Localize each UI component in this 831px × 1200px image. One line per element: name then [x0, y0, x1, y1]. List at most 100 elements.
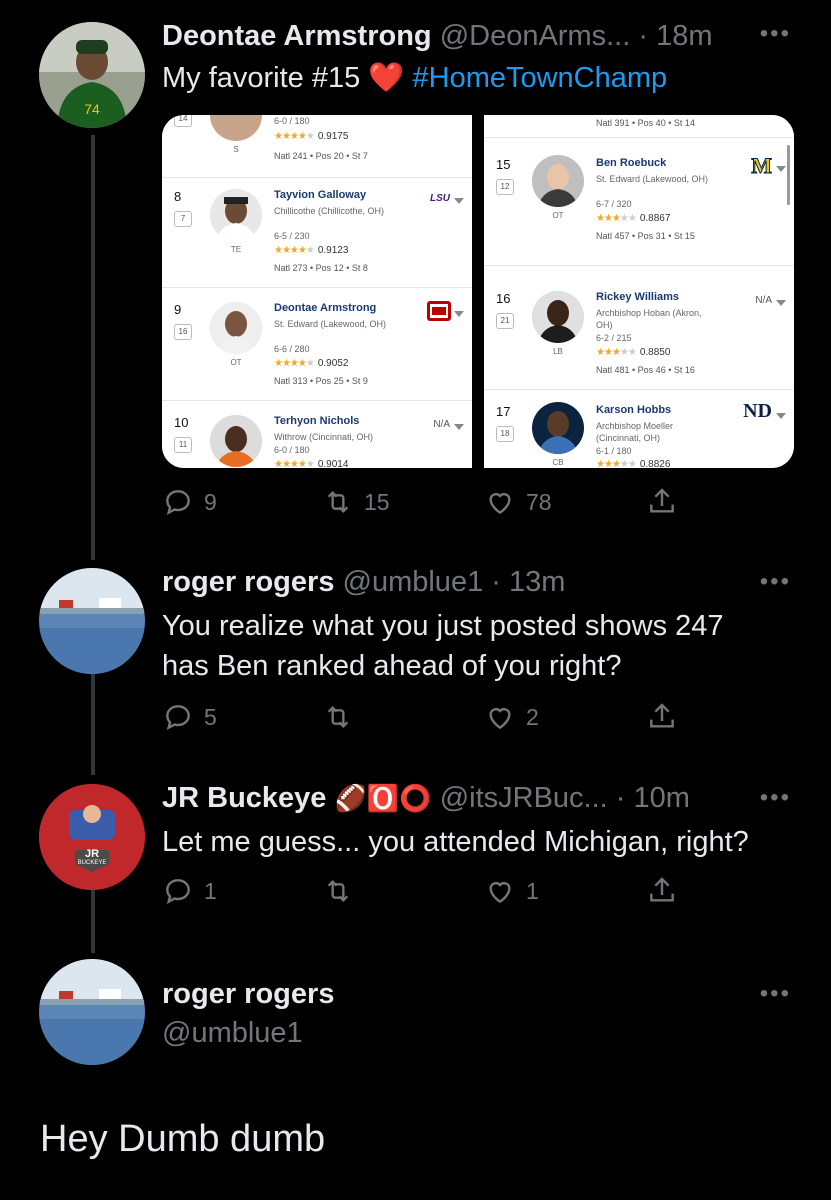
tweet-actions: 1 1	[162, 873, 682, 909]
player-name[interactable]: Deontae Armstrong	[274, 302, 376, 314]
tweet-header: roger rogers	[162, 978, 334, 1011]
chevron-down-icon[interactable]	[454, 424, 464, 430]
player-photo-icon	[210, 189, 262, 241]
star-rating: ★★★★★ 0.9014	[274, 459, 349, 468]
previous-rank: 12	[496, 179, 514, 195]
avatar[interactable]	[39, 959, 145, 1065]
previous-rank: 18	[496, 426, 514, 442]
timestamp[interactable]: · 13m	[491, 566, 565, 598]
avatar[interactable]	[39, 568, 145, 674]
rank-number: 9	[174, 302, 182, 317]
rank-number: 15	[496, 157, 511, 172]
handle[interactable]: @umblue1	[343, 566, 484, 598]
like-button[interactable]: 78	[484, 484, 552, 520]
like-button[interactable]: 1	[484, 873, 539, 909]
reply-icon	[166, 490, 190, 515]
ohio-state-logo-icon	[427, 301, 451, 321]
handle[interactable]: @DeonArms...	[440, 20, 631, 52]
previous-rank: 7	[174, 211, 192, 227]
player-name[interactable]: Karson Hobbs	[596, 404, 671, 416]
retweet-button[interactable]: 15	[322, 484, 390, 520]
player-photo	[210, 302, 262, 354]
reply-button[interactable]: 5	[162, 699, 217, 735]
share-button[interactable]	[646, 484, 678, 520]
previous-rank: 16	[174, 324, 192, 340]
player-name[interactable]: Tayvion Galloway	[274, 189, 366, 201]
thread-line	[91, 660, 95, 775]
retweet-icon	[327, 705, 349, 729]
team-logo-notre-dame: ND	[743, 400, 772, 422]
like-button[interactable]: 2	[484, 699, 539, 735]
player-school: Archbishop Moeller (Cincinnati, OH)	[596, 421, 674, 443]
ranking-panel-left: 14 S 6-0 / 180 ★★★★★ 0.9175 Natl 241 • Po…	[162, 115, 472, 468]
player-national-rank: Natl 457 • Pos 31 • St 15	[596, 231, 695, 241]
avatar[interactable]: JR BUCKEYE	[39, 784, 145, 890]
reply-button[interactable]: 9	[162, 484, 217, 520]
player-photo	[210, 115, 262, 141]
row-divider	[162, 287, 472, 288]
handle[interactable]: @itsJRBuc...	[440, 782, 608, 814]
rank-number: 17	[496, 404, 511, 419]
player-name[interactable]: Rickey Williams	[596, 291, 679, 303]
display-name[interactable]: Deontae Armstrong	[162, 20, 432, 52]
row-divider	[162, 177, 472, 178]
retweet-button[interactable]	[322, 873, 354, 909]
handle[interactable]: @umblue1	[162, 1017, 303, 1050]
reply-count: 9	[204, 488, 217, 515]
tweet-text: Let me guess... you attended Michigan, r…	[162, 826, 749, 858]
tweet-actions: 9 15 78	[162, 484, 682, 520]
player-national-rank: Natl 273 • Pos 12 • St 8	[274, 263, 368, 273]
chevron-down-icon[interactable]	[776, 300, 786, 306]
player-photo-icon	[532, 291, 584, 343]
share-button[interactable]	[646, 873, 678, 909]
chevron-down-icon[interactable]	[454, 311, 464, 317]
tweet-text-main: My favorite #15	[162, 62, 361, 94]
share-icon	[650, 488, 674, 513]
player-photo	[532, 155, 584, 207]
more-options-icon[interactable]: •••	[760, 784, 791, 812]
player-photo	[532, 291, 584, 343]
chevron-down-icon[interactable]	[776, 166, 786, 172]
player-score: 0.8826	[639, 459, 671, 468]
avatar[interactable]: 74	[39, 22, 145, 128]
timestamp[interactable]: · 10m	[616, 782, 690, 814]
player-score: 0.9175	[317, 131, 349, 142]
more-options-icon[interactable]: •••	[760, 568, 791, 596]
retweet-icon	[327, 879, 349, 903]
reply-icon	[166, 705, 190, 730]
tweet-text-line: You realize what you just posted shows 2…	[162, 610, 724, 642]
chevron-down-icon[interactable]	[776, 413, 786, 419]
player-position: S	[233, 145, 239, 154]
like-count: 2	[526, 703, 539, 730]
ranking-row: 16 21 LB Rickey Williams Archbishop Hoba…	[484, 287, 794, 387]
avatar-label-buckeye: BUCKEYE	[77, 860, 107, 866]
share-button[interactable]	[646, 699, 678, 735]
name-emojis: 🏈🅾️⭕	[334, 783, 432, 813]
star-rating: ★★★★★ 0.9052	[274, 358, 349, 369]
tweet-text: You realize what you just posted shows 2…	[162, 606, 724, 686]
player-national-rank: Natl 481 • Pos 46 • St 16	[596, 365, 695, 375]
player-name[interactable]: Terhyon Nichols	[274, 415, 359, 427]
team-status: N/A	[755, 295, 772, 306]
like-count: 1	[526, 877, 539, 904]
tweet-text: My favorite #15 ❤️ #HomeTownChamp	[162, 58, 667, 98]
display-name[interactable]: roger rogers	[162, 566, 334, 598]
reply-button[interactable]: 1	[162, 873, 217, 909]
display-name[interactable]: roger rogers	[162, 978, 334, 1010]
previous-rank: 14	[174, 115, 192, 127]
timestamp[interactable]: · 18m	[638, 20, 712, 52]
more-options-icon[interactable]: •••	[760, 20, 791, 48]
player-name[interactable]: Ben Roebuck	[596, 157, 666, 169]
tweet-text: Hey Dumb dumb	[40, 1118, 326, 1160]
ranking-row: 17 18 CB Karson Hobbs Archbishop Moeller…	[484, 400, 794, 468]
player-photo	[210, 189, 262, 241]
star-rating: ★★★★★ 0.8826	[596, 459, 671, 468]
hashtag-link[interactable]: #HomeTownChamp	[413, 62, 668, 94]
player-photo	[210, 415, 262, 467]
tweet-image[interactable]: 14 S 6-0 / 180 ★★★★★ 0.9175 Natl 241 • Po…	[162, 115, 794, 468]
chevron-down-icon[interactable]	[454, 198, 464, 204]
retweet-button[interactable]	[322, 699, 354, 735]
more-options-icon[interactable]: •••	[760, 980, 791, 1008]
ranking-row: 14 S 6-0 / 180 ★★★★★ 0.9175 Natl 241 • Po…	[162, 115, 472, 179]
display-name[interactable]: JR Buckeye	[162, 782, 326, 814]
